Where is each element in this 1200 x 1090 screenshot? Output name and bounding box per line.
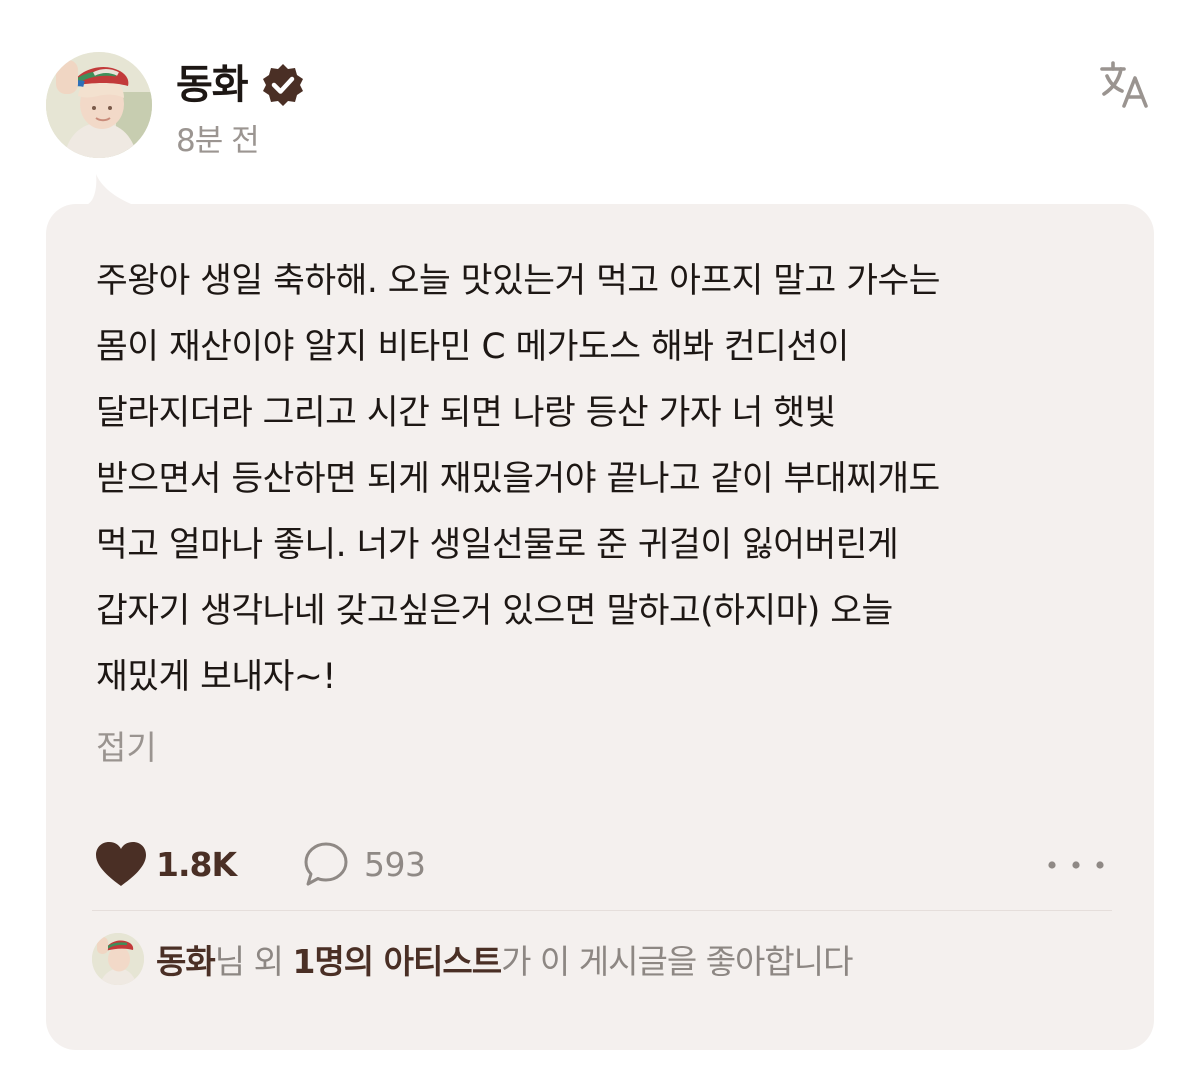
liked-artists-count[interactable]: 1명의 아티스트 bbox=[292, 942, 502, 981]
like-button[interactable]: 1.8K bbox=[94, 840, 237, 888]
post-line: 재밌게 보내자~! bbox=[96, 657, 336, 697]
liked-by-row[interactable]: 동화님 외 1명의 아티스트가 이 게시글을 좋아합니다 bbox=[92, 932, 854, 986]
post-body: 주왕아 생일 축하해. 오늘 맛있는거 먹고 아프지 말고 가수는 몸이 재산이… bbox=[96, 248, 1146, 710]
verified-badge-icon bbox=[262, 64, 303, 106]
translate-icon[interactable] bbox=[1098, 58, 1150, 110]
more-dots-icon[interactable] bbox=[1040, 845, 1112, 885]
author-header: 동화 bbox=[176, 56, 306, 114]
post-line: 받으면서 등산하면 되게 재밌을거야 끝나고 같이 부대찌개도 bbox=[96, 459, 940, 499]
post-line: 주왕아 생일 축하해. 오늘 맛있는거 먹고 아프지 말고 가수는 bbox=[96, 261, 940, 301]
comment-button[interactable]: 593 bbox=[302, 840, 426, 888]
post-line: 몸이 재산이야 알지 비타민 C 메가도스 해봐 컨디션이 bbox=[96, 327, 849, 367]
liker-name[interactable]: 동화 bbox=[156, 942, 216, 981]
post-line: 갑자기 생각나네 갖고싶은거 있으면 말하고(하지마) 오늘 bbox=[96, 591, 893, 631]
post-timestamp: 8분 전 bbox=[176, 123, 260, 159]
divider bbox=[92, 910, 1112, 911]
liker-avatar bbox=[92, 933, 144, 985]
liked-by-suffix-2: 가 이 게시글을 좋아합니다 bbox=[501, 942, 853, 981]
heart-icon bbox=[96, 842, 146, 886]
avatar-photo bbox=[46, 52, 152, 158]
liker-avatar-photo bbox=[92, 933, 144, 985]
like-count: 1.8K bbox=[156, 844, 237, 884]
author-name[interactable]: 동화 bbox=[176, 56, 249, 114]
post-line: 달라지더라 그리고 시간 되면 나랑 등산 가자 너 햇빛 bbox=[96, 393, 836, 433]
comment-count: 593 bbox=[364, 844, 426, 884]
collapse-button[interactable]: 접기 bbox=[96, 722, 157, 774]
comment-bubble-icon bbox=[304, 842, 348, 886]
liked-by-suffix: 님 외 bbox=[214, 942, 293, 981]
author-avatar[interactable] bbox=[46, 52, 152, 158]
post-line: 먹고 얼마나 좋니. 너가 생일선물로 준 귀걸이 잃어버린게 bbox=[96, 525, 899, 565]
liked-by-text: 동화님 외 1명의 아티스트가 이 게시글을 좋아합니다 bbox=[156, 935, 854, 983]
